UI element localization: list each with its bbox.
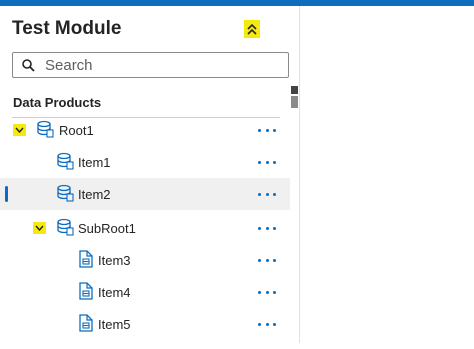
more-options-button[interactable]	[258, 154, 276, 170]
database-icon	[57, 152, 74, 170]
tree-item-label: Item5	[98, 317, 131, 332]
more-options-button[interactable]	[258, 316, 276, 332]
search-icon	[22, 59, 35, 72]
expand-toggle[interactable]	[33, 222, 46, 234]
double-chevron-up-icon	[247, 23, 257, 35]
scroll-up-arrow[interactable]	[291, 86, 298, 94]
search-input[interactable]	[45, 56, 265, 74]
chevron-down-icon	[35, 225, 44, 231]
header-spacer	[270, 14, 292, 42]
more-options-button[interactable]	[258, 220, 276, 236]
expand-toggle[interactable]	[13, 124, 26, 136]
tree-item-label: Root1	[59, 123, 94, 138]
more-options-button[interactable]	[258, 252, 276, 268]
content-area	[300, 6, 474, 343]
tree-item-label: Item4	[98, 285, 131, 300]
more-options-button[interactable]	[258, 284, 276, 300]
document-icon	[79, 250, 93, 268]
tree-item-item2[interactable]: Item2	[0, 178, 290, 210]
document-icon	[79, 314, 93, 332]
more-options-button[interactable]	[258, 122, 276, 138]
document-icon	[79, 282, 93, 300]
chevron-down-icon	[15, 127, 24, 133]
tree-item-subroot1[interactable]: SubRoot1	[0, 212, 290, 244]
tree-item-item5[interactable]: Item5	[0, 308, 290, 340]
search-box[interactable]	[12, 52, 289, 78]
tree-item-label: Item3	[98, 253, 131, 268]
database-icon	[37, 120, 54, 138]
tree-item-label: Item1	[78, 155, 111, 170]
tree-item-label: SubRoot1	[78, 221, 136, 236]
section-heading: Data Products	[13, 95, 102, 110]
selection-indicator	[5, 186, 8, 202]
tree-item-root1[interactable]: Root1	[0, 114, 290, 146]
scroll-thumb[interactable]	[291, 96, 298, 108]
navigation-panel: Test Module Data Products Root1	[0, 6, 300, 343]
database-icon	[57, 218, 74, 236]
tree-item-item1[interactable]: Item1	[0, 146, 290, 178]
more-options-button[interactable]	[258, 186, 276, 202]
vertical-scrollbar[interactable]	[290, 86, 299, 349]
panel-title: Test Module	[12, 18, 122, 39]
database-icon	[57, 184, 74, 202]
tree-item-item4[interactable]: Item4	[0, 276, 290, 308]
collapse-panel-button[interactable]	[244, 20, 260, 38]
tree-item-label: Item2	[78, 187, 111, 202]
tree-item-item3[interactable]: Item3	[0, 244, 290, 276]
